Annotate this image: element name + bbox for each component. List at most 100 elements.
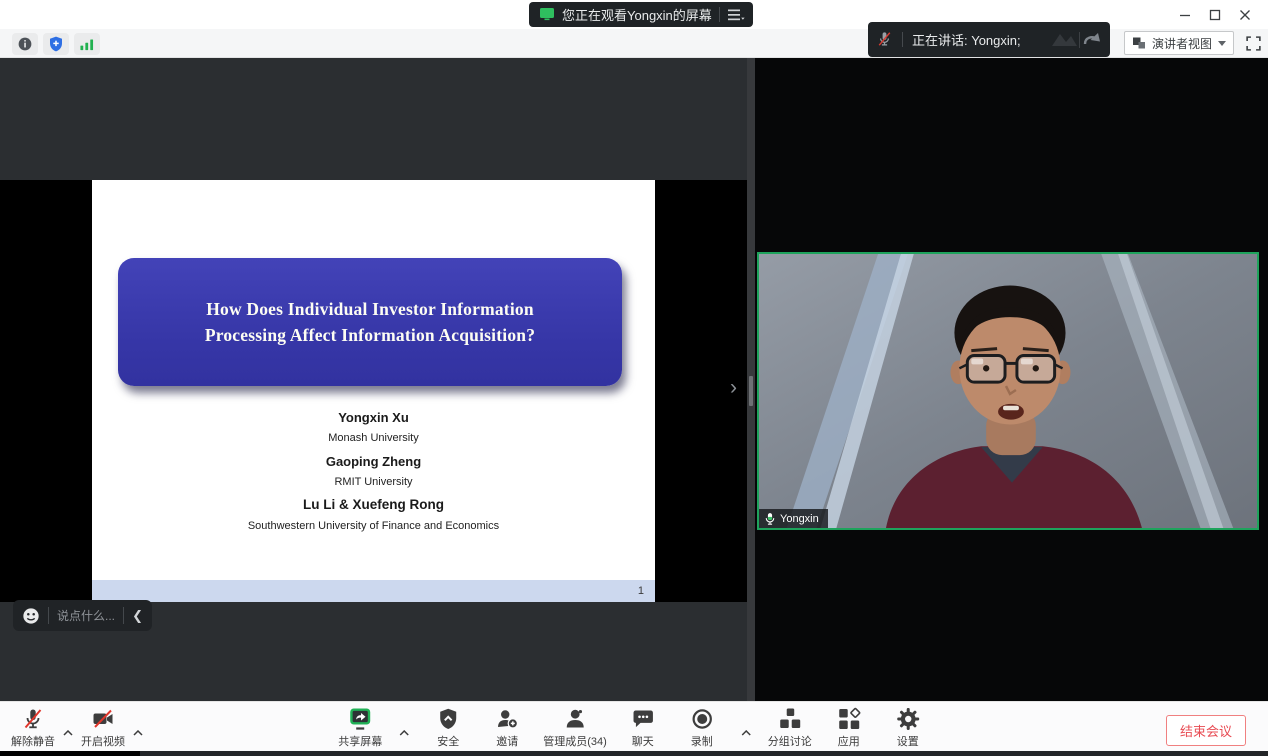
author-affiliation: Southwestern University of Finance and E… [92,520,655,532]
info-icon [16,35,34,53]
close-button[interactable] [1230,0,1260,29]
slide-page-number: 1 [638,585,644,597]
divider-drag-handle[interactable] [749,376,753,406]
muted-mic-icon [876,30,893,49]
shared-screen-pane: How Does Individual Investor Information… [0,58,747,752]
minimize-button[interactable] [1170,0,1200,29]
manage-participants-button[interactable]: 管理成员(34) [543,707,607,749]
view-mode-label: 演讲者视图 [1152,35,1212,52]
video-options-chevron[interactable] [130,716,146,749]
chat-button[interactable]: 聊天 [620,707,666,749]
participants-icon [563,707,587,731]
pill-divider [719,7,720,22]
bottom-edge-strip [0,751,1268,756]
manage-participants-label: 管理成员(34) [543,733,607,749]
apps-button[interactable]: 应用 [826,707,872,749]
share-screen-button[interactable]: 共享屏幕 [337,707,383,749]
security-shield-icon [436,707,460,731]
settings-button[interactable]: 设置 [885,707,931,749]
maximize-button[interactable] [1200,0,1230,29]
invite-button[interactable]: 邀请 [484,707,530,749]
author-affiliation: RMIT University [92,476,655,488]
maximize-icon [1209,9,1221,21]
quick-chat-bar[interactable]: 说点什么... ❮ [13,600,152,631]
participant-video-tile[interactable]: Yongxin [757,252,1259,530]
camera-off-icon [91,707,115,731]
meeting-window: 您正在观看Yongxin的屏幕 [0,0,1268,756]
video-pane: Yongxin [755,58,1268,752]
connection-quality-indicator[interactable] [74,33,100,55]
meeting-info-button[interactable] [12,33,38,55]
fullscreen-icon [1245,35,1262,52]
record-label: 录制 [691,733,713,749]
chat-label: 聊天 [632,733,654,749]
share-options-menu-icon[interactable] [727,8,745,22]
presentation-slide: How Does Individual Investor Information… [92,180,655,602]
participant-name-label: Yongxin [780,513,819,525]
mic-muted-icon [21,707,45,731]
speaker-view-icon [1132,36,1146,50]
security-button[interactable]: 安全 [425,707,471,749]
slide-title-box: How Does Individual Investor Information… [118,258,622,386]
bottom-edge-segment [0,751,140,756]
author-name: Gaoping Zheng [92,454,655,469]
start-video-label: 开启视频 [81,733,125,749]
share-screen-label: 共享屏幕 [338,733,382,749]
close-icon [1239,9,1251,21]
watching-screen-pill: 您正在观看Yongxin的屏幕 [529,2,753,27]
toolbar-center-group: 共享屏幕 安全 [337,707,931,749]
active-speaker-label: 正在讲话: Yongxin; [912,30,1041,49]
chat-bubble-icon [631,707,655,731]
encryption-shield-icon [47,35,65,53]
participant-name-tag: Yongxin [759,509,828,528]
settings-gear-icon [896,707,920,731]
mic-active-icon [765,512,775,526]
toolbar-left-group: 解除静音 开启视频 [10,707,146,749]
apps-label: 应用 [838,733,860,749]
view-mode-button[interactable]: 演讲者视图 [1124,31,1234,55]
encryption-badge[interactable] [43,33,69,55]
minimize-icon [1179,9,1191,21]
breakout-rooms-icon [778,707,802,731]
watching-screen-icon [539,7,555,22]
author-affiliation: Monash University [92,432,655,444]
pill-divider [48,607,49,624]
pane-divider[interactable] [747,58,755,752]
author-name: Yongxin Xu [92,410,655,425]
active-speaker-pill: 正在讲话: Yongxin; [868,22,1110,57]
breakout-rooms-button[interactable]: 分组讨论 [767,707,813,749]
unmute-button[interactable]: 解除静音 [10,707,56,749]
connection-signal-icon [77,35,97,53]
slide-title-line1: How Does Individual Investor Information [118,299,622,320]
share-screen-icon [347,707,373,732]
collapse-chat-chevron[interactable]: ❮ [132,608,143,624]
end-meeting-button[interactable]: 结束会议 [1166,715,1246,746]
video-feed [759,254,1257,528]
record-button[interactable]: 录制 [679,707,725,749]
expand-panel-chevron[interactable]: › [730,376,737,400]
breakout-rooms-label: 分组讨论 [768,733,812,749]
security-label: 安全 [437,733,459,749]
apps-icon [837,707,861,731]
start-video-button[interactable]: 开启视频 [80,707,126,749]
pill-divider [902,32,903,47]
record-options-chevron[interactable] [738,716,754,749]
emoji-icon[interactable] [22,607,40,625]
swap-views-icons[interactable] [1050,29,1102,51]
slide-footer: 1 [92,580,655,602]
record-icon [690,707,714,731]
pill-divider [123,607,124,624]
invite-person-icon [495,707,519,731]
chat-input-placeholder[interactable]: 说点什么... [57,607,115,624]
author-name: Lu Li & Xuefeng Rong [92,497,655,512]
audio-options-chevron[interactable] [60,716,76,749]
fullscreen-button[interactable] [1243,33,1263,53]
window-controls [1170,0,1260,29]
unmute-label: 解除静音 [11,733,55,749]
slide-title-line2: Processing Affect Information Acquisitio… [118,325,622,346]
watching-screen-label: 您正在观看Yongxin的屏幕 [562,5,712,24]
invite-label: 邀请 [496,733,518,749]
share-options-chevron[interactable] [396,716,412,749]
chevron-down-icon [1218,41,1226,46]
settings-label: 设置 [897,733,919,749]
